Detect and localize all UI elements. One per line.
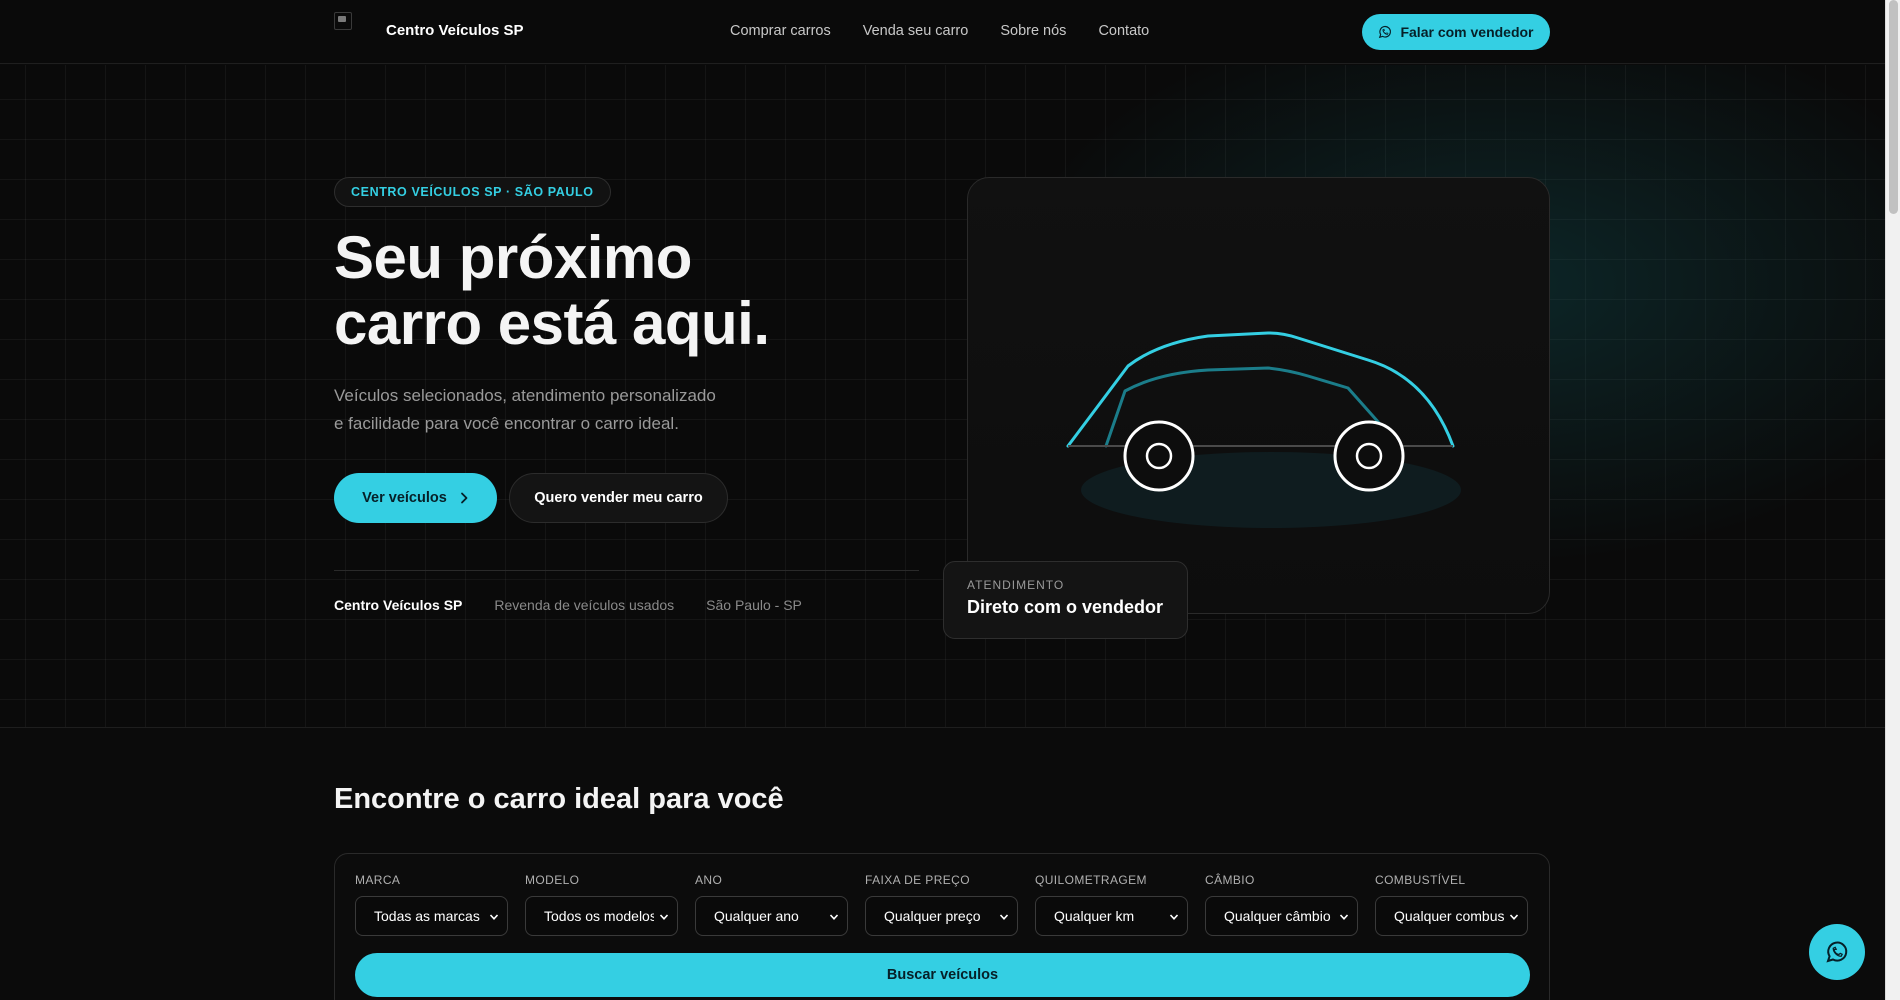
fuel-select-value: Qualquer combustível: [1394, 908, 1504, 924]
hero-badge: CENTRO VEÍCULOS SP · SÃO PAULO: [334, 177, 611, 207]
filter-model: MODELO Todos os modelos: [525, 873, 678, 936]
filter-brand: MARCA Todas as marcas: [355, 873, 508, 936]
fuel-select[interactable]: Qualquer combustível: [1375, 896, 1528, 936]
transmission-select-value: Qualquer câmbio: [1224, 908, 1331, 924]
scrollbar-thumb[interactable]: [1889, 0, 1898, 214]
chevron-down-icon: [489, 914, 499, 920]
filter-brand-label: MARCA: [355, 873, 401, 887]
filter-transmission-label: CÂMBIO: [1205, 873, 1255, 887]
hero-car-card: [967, 177, 1550, 614]
page-scrollbar[interactable]: [1885, 0, 1900, 1000]
brand-name[interactable]: Centro Veículos SP: [386, 22, 524, 39]
info-business: Revenda de veículos usados: [494, 597, 675, 613]
price-select[interactable]: Qualquer preço: [865, 896, 1018, 936]
see-vehicles-button[interactable]: Ver veículos: [334, 473, 497, 523]
nav-comprar-carros[interactable]: Comprar carros: [730, 23, 831, 39]
brand-select[interactable]: Todas as marcas: [355, 896, 508, 936]
logo-image[interactable]: [334, 12, 352, 30]
main-nav: Comprar carros Venda seu carro Sobre nós…: [730, 23, 1149, 39]
talk-to-seller-button[interactable]: Falar com vendedor: [1362, 14, 1550, 50]
filter-fuel: COMBUSTÍVEL Qualquer combustível: [1375, 873, 1528, 936]
filter-price-label: FAIXA DE PREÇO: [865, 873, 970, 887]
chevron-down-icon: [1339, 914, 1349, 920]
filter-mileage-label: QUILOMETRAGEM: [1035, 873, 1147, 887]
brand-select-value: Todas as marcas: [374, 908, 480, 924]
chevron-down-icon: [659, 914, 669, 920]
hero-title: Seu próximo carro está aqui.: [334, 225, 894, 357]
filter-year: ANO Qualquer ano: [695, 873, 848, 936]
chevron-down-icon: [1169, 914, 1179, 920]
hero-subtitle-line-2: e facilidade para você encontrar o carro…: [334, 414, 679, 433]
hero-subtitle: Veículos selecionados, atendimento perso…: [334, 382, 774, 438]
nav-sobre-nos[interactable]: Sobre nós: [1000, 23, 1066, 39]
nav-venda-seu-carro[interactable]: Venda seu carro: [863, 23, 969, 39]
hero-title-line-1: Seu próximo: [334, 224, 692, 291]
see-vehicles-label: Ver veículos: [362, 490, 447, 506]
transmission-select[interactable]: Qualquer câmbio: [1205, 896, 1358, 936]
filter-year-label: ANO: [695, 873, 723, 887]
filter-model-label: MODELO: [525, 873, 580, 887]
hero-section: CENTRO VEÍCULOS SP · SÃO PAULO Seu próxi…: [0, 65, 1885, 728]
whatsapp-fab-button[interactable]: [1809, 924, 1865, 980]
chevron-down-icon: [829, 914, 839, 920]
search-vehicles-button[interactable]: Buscar veículos: [355, 953, 1530, 997]
mileage-select[interactable]: Qualquer km: [1035, 896, 1188, 936]
service-card: ATENDIMENTO Direto com o vendedor: [943, 561, 1188, 639]
filter-fuel-label: COMBUSTÍVEL: [1375, 873, 1466, 887]
sell-my-car-button[interactable]: Quero vender meu carro: [509, 473, 728, 523]
chevron-right-icon: [460, 492, 468, 504]
hero-info-row: Centro Veículos SP Revenda de veículos u…: [334, 597, 802, 613]
filter-price: FAIXA DE PREÇO Qualquer preço: [865, 873, 1018, 936]
info-company: Centro Veículos SP: [334, 597, 463, 613]
hero-title-line-2: carro está aqui.: [334, 290, 770, 357]
whatsapp-icon: [1379, 25, 1392, 39]
mileage-select-value: Qualquer km: [1054, 908, 1135, 924]
model-select-value: Todos os modelos: [544, 908, 654, 924]
service-card-label: ATENDIMENTO: [967, 578, 1065, 592]
chevron-down-icon: [1509, 914, 1519, 920]
chevron-down-icon: [999, 914, 1009, 920]
hero-divider: [334, 570, 919, 571]
service-card-value: Direto com o vendedor: [967, 597, 1164, 617]
filter-row: MARCA Todas as marcas MODELO Todos os mo…: [355, 873, 1528, 936]
year-select-value: Qualquer ano: [714, 908, 799, 924]
price-select-value: Qualquer preço: [884, 908, 981, 924]
filter-transmission: CÂMBIO Qualquer câmbio: [1205, 873, 1358, 936]
nav-contato[interactable]: Contato: [1098, 23, 1149, 39]
search-section-title: Encontre o carro ideal para você: [334, 783, 784, 815]
info-location: São Paulo - SP: [706, 597, 802, 613]
hero-subtitle-line-1: Veículos selecionados, atendimento perso…: [334, 386, 716, 405]
talk-to-seller-label: Falar com vendedor: [1400, 24, 1534, 40]
site-header: Centro Veículos SP Comprar carros Venda …: [0, 0, 1885, 64]
year-select[interactable]: Qualquer ano: [695, 896, 848, 936]
whatsapp-icon: [1826, 941, 1848, 963]
filter-mileage: QUILOMETRAGEM Qualquer km: [1035, 873, 1188, 936]
model-select[interactable]: Todos os modelos: [525, 896, 678, 936]
car-outline-illustration: [1066, 331, 1461, 528]
